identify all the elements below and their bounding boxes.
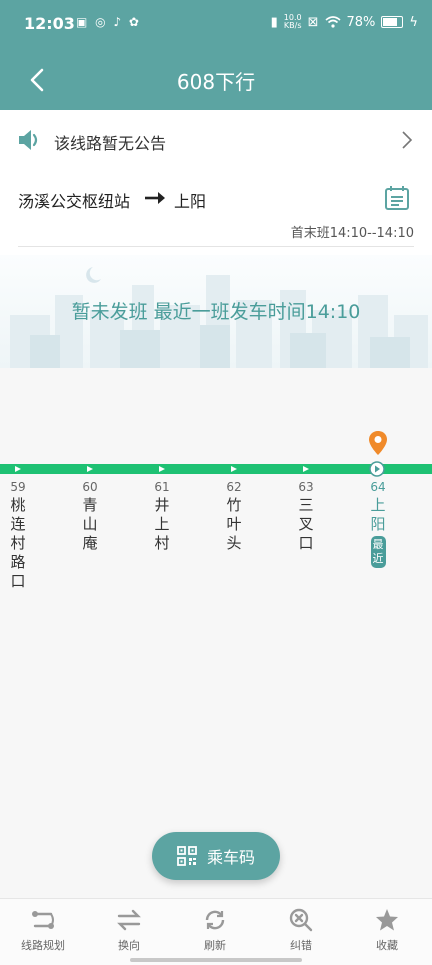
chevron-right-icon (402, 131, 413, 149)
stop-item[interactable]: 60 青山庵 (78, 480, 102, 553)
nav-label: 纠错 (290, 939, 312, 952)
net-speed-unit: KB/s (283, 21, 302, 30)
route-info-card: 该线路暂无公告 汤溪公交枢纽站 上阳 首末班14:10--14:10 (0, 110, 432, 255)
nav-swap[interactable]: 换向 (86, 899, 172, 959)
stop-name: 上阳 (370, 496, 386, 533)
stop-name: 青山庵 (82, 496, 98, 552)
nav-refresh[interactable]: 刷新 (172, 899, 258, 959)
next-bus-message: 暂未发班 最近一班发车时间14:10 (71, 301, 361, 323)
direction-arrow-icon (159, 465, 165, 472)
stop-line-area: 59 桃连村路口 60 青山庵 61 井上村 62 竹叶头 63 三叉口 64 … (0, 368, 432, 898)
direction-arrow-icon (87, 465, 93, 472)
route-direction: 汤溪公交枢纽站 上阳 (0, 180, 432, 216)
direction-arrow-icon (15, 465, 21, 472)
sim-icon: ⊠ (307, 14, 319, 30)
bottom-nav: 线路规划 换向 刷新 纠错 收藏 (0, 898, 432, 965)
speaker-icon (19, 130, 38, 150)
stop-name: 三叉口 (298, 496, 314, 552)
battery-icon (381, 16, 404, 28)
qr-code-icon (177, 846, 197, 866)
stop-name: 竹叶头 (226, 496, 242, 552)
stop-item[interactable]: 63 三叉口 (294, 480, 318, 553)
stop-number: 61 (154, 480, 170, 494)
ride-code-button[interactable]: 乘车码 (152, 832, 280, 880)
first-last-bus-time: 首末班14:10--14:10 (290, 226, 414, 241)
direction-arrow-icon (231, 465, 237, 472)
nav-favorite[interactable]: 收藏 (344, 899, 430, 959)
direction-arrow-icon (303, 465, 309, 472)
swap-icon (117, 909, 141, 931)
nav-label: 刷新 (204, 939, 226, 952)
location-pin-icon (369, 431, 387, 455)
stop-item-current[interactable]: 64 上阳 最近 (366, 480, 390, 568)
recent-badge: 最近 (370, 536, 386, 568)
route-line (0, 464, 432, 474)
charging-icon: ϟ (409, 14, 418, 30)
origin-stop: 汤溪公交枢纽站 (18, 192, 131, 211)
stop-item[interactable]: 59 桃连村路口 (6, 480, 30, 591)
stop-name: 井上村 (154, 496, 170, 552)
status-time: 12:03 (24, 14, 75, 33)
nav-label: 换向 (118, 939, 140, 952)
notice-text: 该线路暂无公告 (54, 134, 167, 153)
notice-row[interactable]: 该线路暂无公告 (0, 110, 432, 170)
nav-route-plan[interactable]: 线路规划 (0, 899, 86, 959)
nav-label: 线路规划 (21, 939, 65, 952)
stop-number: 63 (298, 480, 314, 494)
route-plan-icon (32, 911, 54, 929)
nav-report-error[interactable]: 纠错 (258, 899, 344, 959)
stop-number: 59 (10, 480, 26, 494)
stop-number: 62 (226, 480, 242, 494)
report-error-icon (289, 908, 313, 932)
current-stop-marker-icon (369, 461, 385, 477)
destination-stop: 上阳 (174, 192, 207, 211)
stop-number: 60 (82, 480, 98, 494)
arrow-right-icon (145, 192, 165, 204)
stop-number: 64 (370, 480, 386, 494)
schedule-icon[interactable] (384, 185, 410, 211)
status-bar: 12:03 ▣ ◎ ♪ ✿ ▮ 10.0 KB/s ⊠ 78% ϟ (0, 0, 432, 50)
vibrate-icon: ▮ (270, 14, 278, 30)
divider (18, 246, 414, 247)
bus-status-banner: 暂未发班 最近一班发车时间14:10 (0, 255, 432, 368)
app-header: 608下行 (0, 50, 432, 110)
network-speed: 10.0 KB/s (284, 14, 302, 30)
star-icon (376, 909, 398, 931)
nav-label: 收藏 (376, 939, 398, 952)
system-icons: ▮ 10.0 KB/s ⊠ 78% ϟ (271, 14, 418, 30)
stop-item[interactable]: 62 竹叶头 (222, 480, 246, 553)
ride-code-label: 乘车码 (206, 848, 255, 867)
home-indicator[interactable] (130, 958, 302, 962)
stop-name: 桃连村路口 (10, 496, 26, 590)
page-title: 608下行 (176, 70, 256, 94)
notification-icons: ▣ ◎ ♪ ✿ (76, 15, 141, 29)
refresh-icon (205, 910, 225, 930)
stop-item[interactable]: 61 井上村 (150, 480, 174, 553)
battery-level: 78% (346, 14, 376, 30)
wifi-icon (324, 16, 341, 28)
